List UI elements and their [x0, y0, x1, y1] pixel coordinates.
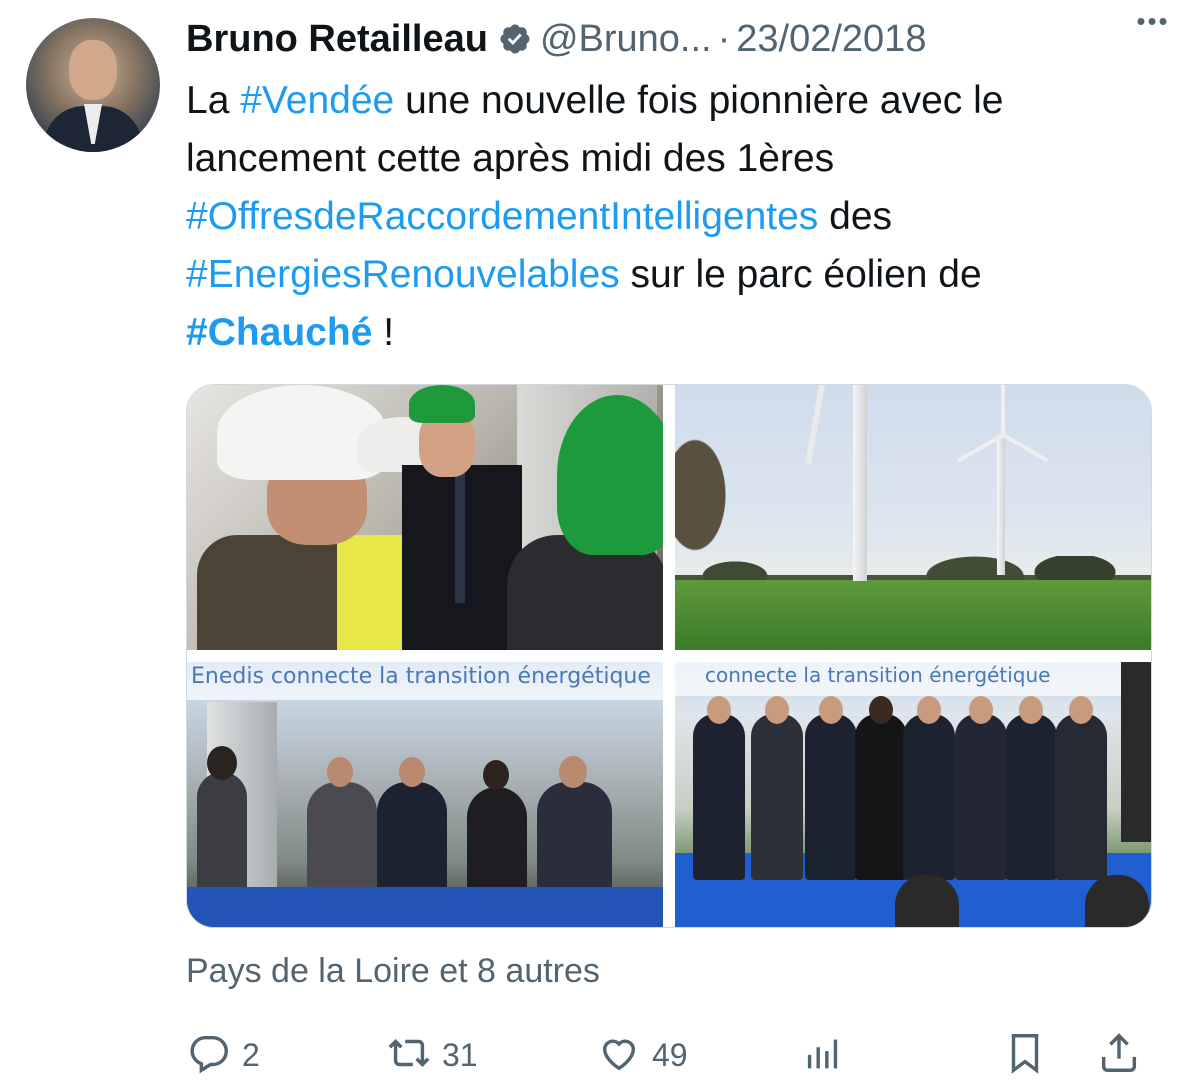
analytics-icon: [800, 1030, 846, 1081]
share-icon: [1096, 1030, 1142, 1081]
photo-figure: [805, 696, 857, 880]
author-avatar[interactable]: [26, 18, 160, 152]
tweet-text-segment: sur le parc éolien de: [619, 253, 982, 296]
photo-crowd: [1085, 875, 1149, 927]
photo-structure: [1121, 662, 1151, 842]
photo-turbine-blade: [805, 385, 825, 465]
tweet-text: La #Vendée une nouvelle fois pionnière a…: [186, 72, 1156, 362]
tweet-date[interactable]: 23/02/2018: [736, 18, 926, 61]
photo-figure: [467, 787, 527, 887]
hashtag-link[interactable]: #EnergiesRenouvelables: [186, 253, 620, 296]
like-count: 49: [652, 1036, 688, 1073]
photo-turbine-blade: [1001, 385, 1005, 435]
photo-figure: [693, 696, 745, 880]
photo-tie: [455, 473, 465, 603]
photo-field: [675, 580, 1151, 650]
avatar-face: [69, 40, 117, 100]
photo-turbine-tower: [853, 385, 867, 581]
photo-figure: [399, 757, 425, 787]
photo-figure: [307, 782, 377, 892]
verified-badge-icon: [498, 22, 532, 56]
views-button[interactable]: [800, 1030, 846, 1080]
photo-figure: [751, 696, 803, 880]
photo-figure: [327, 757, 353, 787]
photo-banner-text: Enedis connecte la transition énergétiqu…: [187, 662, 663, 700]
tweet-actions-bar: 2 31 49: [186, 1030, 1152, 1080]
photo-turbine-blade: [1002, 433, 1050, 463]
hashtag-link[interactable]: #Chauché: [186, 311, 372, 354]
photo-banner-text: connecte la transition énergétique: [675, 662, 1151, 696]
reply-icon: [186, 1030, 232, 1081]
tweet-header: Bruno Retailleau @Bruno... · 23/02/2018: [186, 14, 1159, 64]
photo-figure: [207, 746, 237, 780]
photo-green-helmet: [409, 385, 475, 423]
retweet-count: 31: [442, 1036, 478, 1073]
like-button[interactable]: 49: [596, 1030, 688, 1080]
photo-figure: [1005, 696, 1057, 880]
photo-figure: [537, 782, 612, 902]
author-display-name[interactable]: Bruno Retailleau: [186, 18, 488, 61]
heart-icon: [596, 1030, 642, 1081]
photo-figure: [955, 696, 1007, 880]
photo-group-stage[interactable]: connecte la transition énergétique: [675, 662, 1151, 927]
tweet-text-segment: La: [186, 79, 241, 122]
photo-figure: [1055, 696, 1107, 880]
tweet-text-segment: !: [372, 311, 395, 354]
author-handle[interactable]: @Bruno...: [540, 18, 712, 61]
photo-green-helmet: [557, 395, 663, 555]
retweet-button[interactable]: 31: [386, 1030, 478, 1080]
photo-workers-helmets[interactable]: [187, 385, 663, 650]
more-dots-icon[interactable]: •••: [1131, 6, 1175, 36]
share-button[interactable]: [1096, 1030, 1142, 1080]
hashtag-link[interactable]: #OffresdeRaccordementIntelligentes: [186, 195, 818, 238]
reply-button[interactable]: 2: [186, 1030, 260, 1080]
hashtag-link[interactable]: #Vendée: [240, 79, 394, 122]
photo-panel-discussion[interactable]: Enedis connecte la transition énergétiqu…: [187, 662, 663, 927]
photo-figure: [483, 760, 509, 790]
photo-wind-turbines[interactable]: [675, 385, 1151, 650]
bookmark-button[interactable]: [1002, 1030, 1048, 1080]
photo-figure: [559, 756, 587, 788]
photo-figure: [855, 696, 907, 880]
photo-turbine-tower: [997, 435, 1005, 575]
header-separator: ·: [717, 17, 731, 60]
photo-figure: [377, 782, 447, 892]
photo-crowd: [895, 875, 959, 927]
photo-stage: [187, 887, 663, 927]
media-grid: Enedis connecte la transition énergétiqu…: [186, 384, 1152, 928]
location-tags[interactable]: Pays de la Loire et 8 autres: [186, 952, 600, 991]
photo-figure: [903, 696, 955, 880]
retweet-icon: [386, 1030, 432, 1081]
tweet-text-segment: des: [818, 195, 893, 238]
reply-count: 2: [242, 1036, 260, 1073]
bookmark-icon: [1002, 1030, 1048, 1081]
